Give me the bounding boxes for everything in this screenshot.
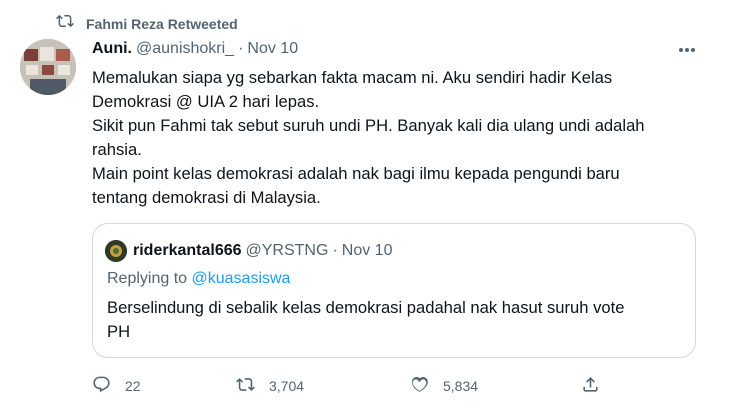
quoted-line: PH bbox=[107, 322, 131, 341]
tweet-line: Demokrasi @ UIA 2 hari lepas. bbox=[92, 92, 320, 111]
tweet-line: Sikit pun Fahmi tak sebut suruh undi PH.… bbox=[92, 116, 645, 135]
quoted-tweet[interactable]: riderkantal666 @YRSTNG · Nov 10 Replying… bbox=[92, 223, 696, 358]
like-count: 5,834 bbox=[443, 378, 479, 394]
quoted-avatar bbox=[105, 240, 127, 262]
tweet-line: Main point kelas demokrasi adalah nak ba… bbox=[92, 164, 620, 183]
separator-dot: · bbox=[332, 242, 338, 259]
separator-dot: · bbox=[238, 40, 244, 57]
replying-prefix: Replying to bbox=[107, 270, 192, 287]
quoted-text: Berselindung di sebalik kelas demokrasi … bbox=[107, 296, 677, 344]
tweet-line: rahsia. bbox=[92, 140, 142, 159]
user-handle[interactable]: @aunishokri_ bbox=[136, 40, 234, 58]
avatar[interactable] bbox=[20, 39, 76, 95]
tweet-line: tentang demokrasi di Malaysia. bbox=[92, 188, 321, 207]
tweet-date[interactable]: Nov 10 bbox=[247, 40, 298, 58]
retweet-context: Fahmi Reza Retweeted bbox=[56, 12, 238, 35]
retweet-label[interactable]: Fahmi Reza Retweeted bbox=[86, 16, 238, 32]
quoted-line: Berselindung di sebalik kelas demokrasi … bbox=[107, 298, 625, 317]
reply-icon bbox=[92, 375, 111, 397]
share-icon bbox=[581, 375, 600, 397]
heart-icon bbox=[410, 375, 429, 397]
retweet-icon bbox=[236, 375, 255, 397]
more-icon[interactable] bbox=[676, 40, 698, 60]
reply-count: 22 bbox=[125, 378, 141, 394]
display-name[interactable]: Auni. bbox=[92, 40, 132, 58]
tweet-header: Auni. @aunishokri_ · Nov 10 bbox=[92, 40, 298, 58]
retweet-count: 3,704 bbox=[269, 378, 305, 394]
quoted-header: riderkantal666 @YRSTNG · Nov 10 bbox=[105, 240, 392, 262]
quoted-display-name[interactable]: riderkantal666 bbox=[133, 242, 242, 260]
retweet-icon bbox=[56, 12, 74, 35]
tweet-line: Memalukan siapa yg sebarkan fakta macam … bbox=[92, 68, 613, 87]
share-button[interactable] bbox=[581, 375, 600, 397]
tweet-text: Memalukan siapa yg sebarkan fakta macam … bbox=[92, 66, 702, 210]
quoted-handle[interactable]: @YRSTNG bbox=[246, 242, 329, 260]
like-button[interactable]: 5,834 bbox=[410, 375, 478, 397]
replying-to: Replying to @kuasasiswa bbox=[107, 270, 290, 288]
quoted-date[interactable]: Nov 10 bbox=[342, 242, 393, 260]
retweet-button[interactable]: 3,704 bbox=[236, 375, 304, 397]
reply-button[interactable]: 22 bbox=[92, 375, 141, 397]
action-bar: 22 3,704 5,834 bbox=[92, 375, 612, 397]
replying-handle[interactable]: @kuasasiswa bbox=[192, 270, 291, 287]
